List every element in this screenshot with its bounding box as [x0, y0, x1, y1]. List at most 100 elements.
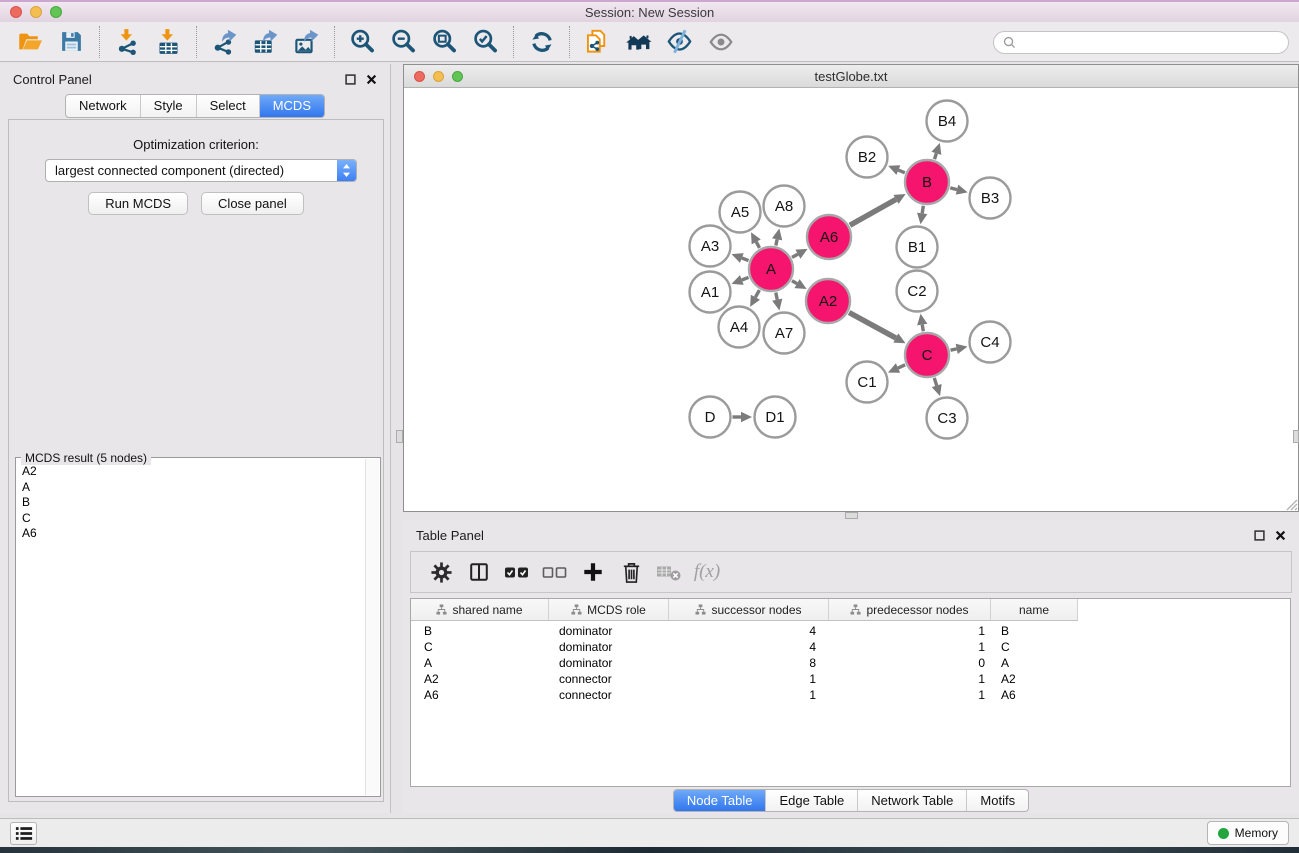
- result-list-scrollbar[interactable]: [365, 459, 379, 795]
- table-row[interactable]: A2connector11A2: [411, 671, 1290, 687]
- optimization-criterion-select[interactable]: largest connected component (directed): [45, 159, 357, 182]
- run-mcds-button[interactable]: Run MCDS: [88, 192, 188, 215]
- export-image-button[interactable]: [286, 24, 327, 60]
- table-cell[interactable]: B: [991, 624, 1078, 638]
- graph-edge-A-A1[interactable]: [742, 277, 749, 280]
- table-cell[interactable]: C: [991, 640, 1078, 654]
- search-input[interactable]: [1021, 36, 1279, 50]
- open-session-button[interactable]: [10, 24, 51, 60]
- export-network-button[interactable]: [204, 24, 245, 60]
- unselect-all-columns-button[interactable]: [536, 553, 574, 591]
- table-cell[interactable]: C: [411, 640, 549, 654]
- graph-edge-B-B2[interactable]: [898, 170, 904, 173]
- function-builder-button[interactable]: f(x): [688, 553, 726, 591]
- mcds-result-item[interactable]: A6: [22, 526, 363, 542]
- graph-edge-A-A2[interactable]: [792, 281, 797, 284]
- import-table-button[interactable]: [148, 24, 189, 60]
- tab-motifs[interactable]: Motifs: [966, 790, 1028, 811]
- zoom-in-button[interactable]: [342, 24, 383, 60]
- graph-edge-A-A3[interactable]: [742, 258, 749, 261]
- tab-select[interactable]: Select: [196, 95, 259, 117]
- network-canvas[interactable]: B4B2BB3A8A5A6B1A3AC2A1A2A4A7C4CC1C3DD1: [404, 88, 1298, 511]
- graph-edge-B-B3[interactable]: [950, 188, 957, 190]
- graph-edge-C-C3[interactable]: [934, 378, 936, 386]
- close-network-window-button[interactable]: [414, 71, 425, 82]
- duplicate-network-button[interactable]: [577, 24, 618, 60]
- zoom-out-button[interactable]: [383, 24, 424, 60]
- memory-button[interactable]: Memory: [1207, 821, 1289, 845]
- table-cell[interactable]: dominator: [549, 624, 669, 638]
- task-history-button[interactable]: [10, 822, 37, 845]
- tab-network[interactable]: Network: [66, 95, 140, 117]
- graph-edge-C-C4[interactable]: [951, 349, 957, 350]
- zoom-fit-button[interactable]: [424, 24, 465, 60]
- save-session-button[interactable]: [51, 24, 92, 60]
- tab-node-table[interactable]: Node Table: [674, 790, 766, 811]
- mcds-result-item[interactable]: C: [22, 511, 363, 527]
- table-cell[interactable]: connector: [549, 672, 669, 686]
- minimize-network-window-button[interactable]: [433, 71, 444, 82]
- table-row[interactable]: Bdominator41B: [411, 623, 1290, 639]
- table-cell[interactable]: A2: [411, 672, 549, 686]
- graph-edge-A2-C[interactable]: [849, 312, 896, 338]
- graph-edge-C-C1[interactable]: [898, 365, 905, 368]
- search-field[interactable]: [993, 31, 1289, 54]
- select-all-columns-button[interactable]: [498, 553, 536, 591]
- table-row[interactable]: A6connector11A6: [411, 687, 1290, 703]
- table-cell[interactable]: A6: [411, 688, 549, 702]
- delete-column-button[interactable]: [612, 553, 650, 591]
- export-table-button[interactable]: [245, 24, 286, 60]
- column-header-name[interactable]: name: [991, 599, 1078, 621]
- table-cell[interactable]: dominator: [549, 640, 669, 654]
- float-panel-icon[interactable]: [1254, 530, 1265, 541]
- table-cell[interactable]: 8: [669, 656, 829, 670]
- tab-edge-table[interactable]: Edge Table: [765, 790, 857, 811]
- table-cell[interactable]: A: [991, 656, 1078, 670]
- refresh-layout-button[interactable]: [521, 24, 562, 60]
- splitter-grip-bottom[interactable]: [845, 512, 858, 519]
- table-cell[interactable]: A2: [991, 672, 1078, 686]
- table-cell[interactable]: 0: [829, 656, 991, 670]
- tab-network-table[interactable]: Network Table: [857, 790, 966, 811]
- delete-table-button[interactable]: [650, 553, 688, 591]
- graph-edge-C-C2[interactable]: [922, 325, 923, 332]
- import-network-button[interactable]: [107, 24, 148, 60]
- graph-edge-A6-B[interactable]: [850, 199, 896, 225]
- graph-edge-A-A7[interactable]: [776, 293, 777, 300]
- table-cell[interactable]: 1: [669, 672, 829, 686]
- table-cell[interactable]: B: [411, 624, 549, 638]
- table-cell[interactable]: A6: [991, 688, 1078, 702]
- table-cell[interactable]: 1: [669, 688, 829, 702]
- table-cell[interactable]: dominator: [549, 656, 669, 670]
- close-panel-icon[interactable]: [366, 74, 377, 85]
- tab-style[interactable]: Style: [140, 95, 196, 117]
- table-row[interactable]: Adominator80A: [411, 655, 1290, 671]
- table-cell[interactable]: 1: [829, 688, 991, 702]
- splitter-grip-left[interactable]: [396, 430, 403, 443]
- close-window-button[interactable]: [10, 6, 22, 18]
- table-cell[interactable]: 4: [669, 640, 829, 654]
- zoom-network-window-button[interactable]: [452, 71, 463, 82]
- table-row[interactable]: Cdominator41C: [411, 639, 1290, 655]
- table-cell[interactable]: 1: [829, 624, 991, 638]
- close-panel-button[interactable]: Close panel: [201, 192, 304, 215]
- show-graphics-details-button[interactable]: [700, 24, 741, 60]
- graph-edge-A-A8[interactable]: [776, 239, 777, 245]
- mcds-result-item[interactable]: A: [22, 480, 363, 496]
- mcds-result-item[interactable]: B: [22, 495, 363, 511]
- column-header-MCDS-role[interactable]: MCDS role: [549, 599, 669, 621]
- splitter-grip-right[interactable]: [1293, 430, 1299, 443]
- show-columns-button[interactable]: [460, 553, 498, 591]
- table-cell[interactable]: 1: [829, 672, 991, 686]
- table-cell[interactable]: 1: [829, 640, 991, 654]
- mcds-result-item[interactable]: A2: [22, 464, 363, 480]
- zoom-window-button[interactable]: [50, 6, 62, 18]
- table-settings-button[interactable]: [422, 553, 460, 591]
- graph-edge-B-B4[interactable]: [934, 153, 936, 159]
- table-cell[interactable]: 4: [669, 624, 829, 638]
- graph-edge-A-A5[interactable]: [756, 242, 759, 248]
- column-header-shared-name[interactable]: shared name: [411, 599, 549, 621]
- column-header-successor-nodes[interactable]: successor nodes: [669, 599, 829, 621]
- hide-graphics-details-button[interactable]: [659, 24, 700, 60]
- float-panel-icon[interactable]: [345, 74, 356, 85]
